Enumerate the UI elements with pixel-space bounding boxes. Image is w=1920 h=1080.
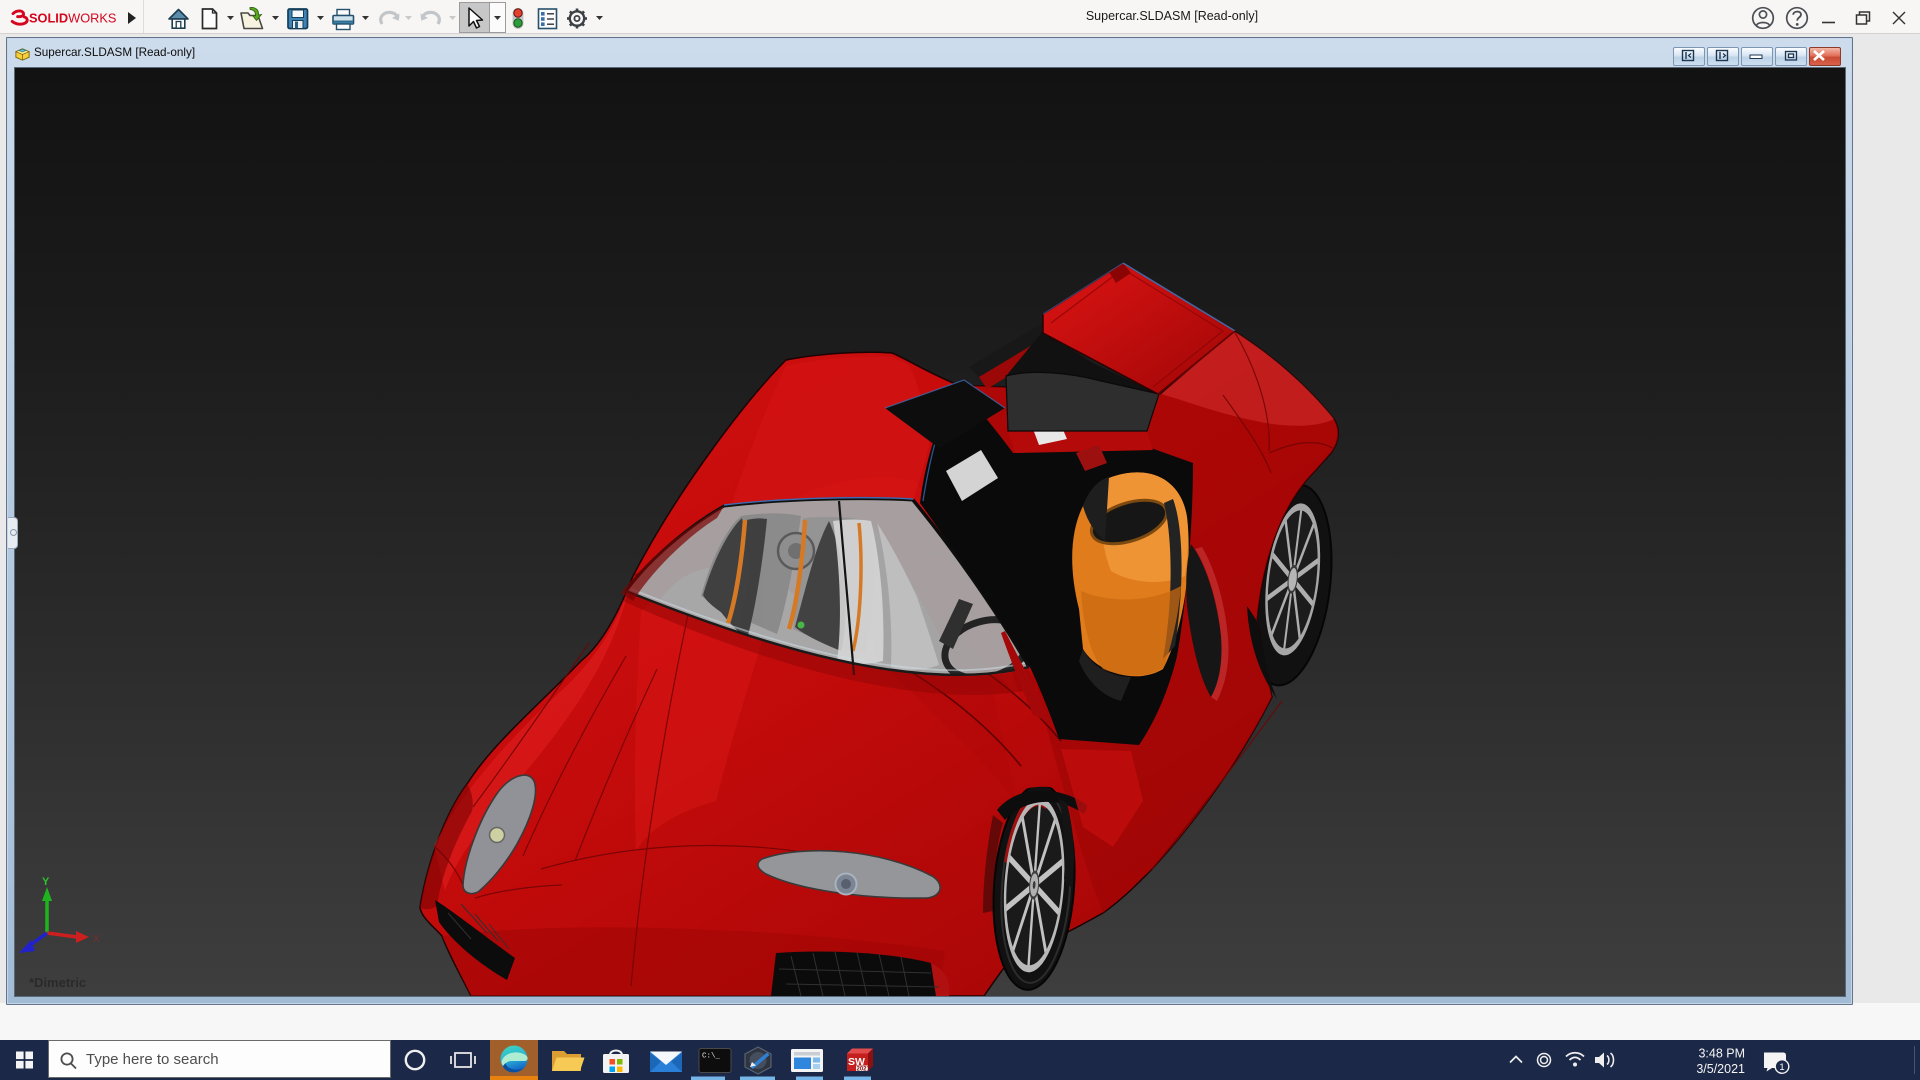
svg-text:C:\_: C:\_	[702, 1053, 721, 1061]
svg-text:Y: Y	[42, 876, 50, 888]
svg-text:3/5/2021: 3/5/2021	[1696, 1062, 1745, 1076]
svg-text:SOLIDWORKS: SOLIDWORKS	[29, 11, 116, 26]
svg-text:1: 1	[1779, 1062, 1784, 1073]
svg-text:2021: 2021	[857, 1067, 871, 1073]
svg-text:3:48 PM: 3:48 PM	[1698, 1047, 1745, 1061]
svg-text:X: X	[93, 934, 100, 945]
